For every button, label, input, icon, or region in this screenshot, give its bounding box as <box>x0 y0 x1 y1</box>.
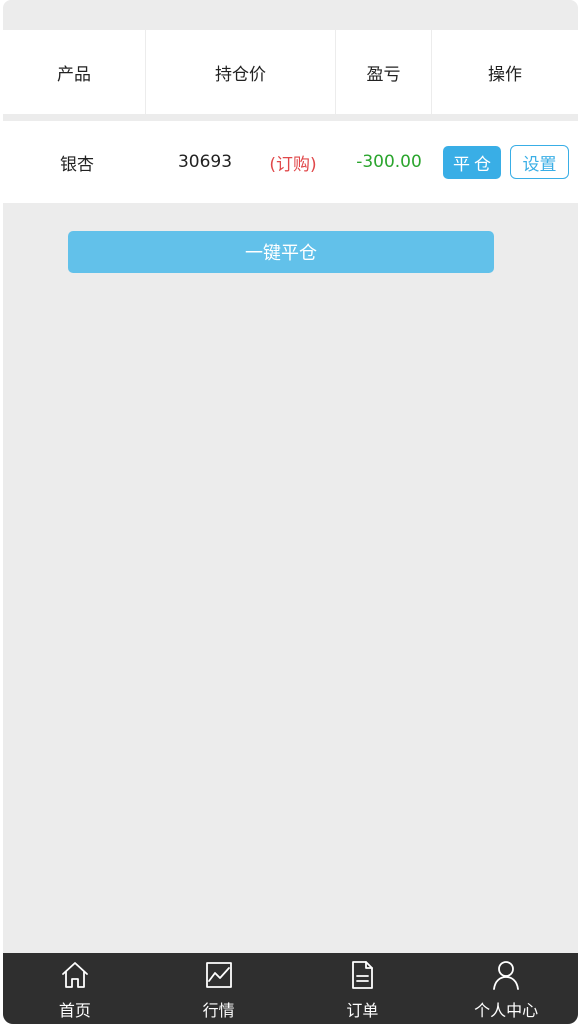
tab-profile-label: 个人中心 <box>474 1001 539 1020</box>
table-header: 产品 持仓价 盈亏 操作 <box>3 30 578 114</box>
tab-orders[interactable]: 订单 <box>291 953 435 1024</box>
home-icon <box>61 962 88 988</box>
table-row: 银杏 30693 (订购) -300.00 平仓 设置 <box>3 121 578 203</box>
header-profit-loss: 盈亏 <box>336 30 432 114</box>
chart-icon <box>205 962 232 988</box>
close-all-button[interactable]: 一键平仓 <box>68 231 494 273</box>
user-icon <box>493 961 520 990</box>
tab-orders-label: 订单 <box>346 1001 379 1020</box>
order-type: (订购) <box>269 154 317 175</box>
header-position-price: 持仓价 <box>146 30 336 114</box>
document-icon <box>352 961 374 989</box>
tab-market[interactable]: 行情 <box>147 953 291 1024</box>
tab-market-label: 行情 <box>202 1001 235 1020</box>
tab-home[interactable]: 首页 <box>3 953 147 1024</box>
settings-button[interactable]: 设置 <box>510 145 569 179</box>
tab-profile[interactable]: 个人中心 <box>434 953 578 1024</box>
tab-home-label: 首页 <box>58 1001 91 1020</box>
header-product: 产品 <box>3 30 146 114</box>
profit-loss-value: -300.00 <box>356 152 422 172</box>
bottom-tab-bar: 首页 行情 订单 个人中心 <box>3 953 578 1024</box>
header-actions: 操作 <box>488 64 522 85</box>
page: 产品 持仓价 盈亏 操作 银杏 30693 (订购) -300.00 平仓 设置… <box>3 0 578 1024</box>
product-name: 银杏 <box>60 154 94 175</box>
close-position-button[interactable]: 平仓 <box>443 146 501 179</box>
position-price: 30693 <box>177 152 233 172</box>
